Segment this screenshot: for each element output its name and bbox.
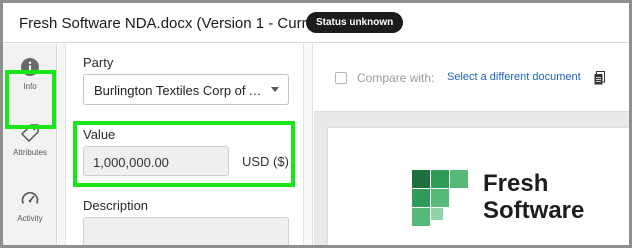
attributes-highlight-box xyxy=(5,70,56,129)
rail-item-label: Attributes xyxy=(13,148,47,157)
document-page: Fresh Software xyxy=(328,128,629,245)
compare-checkbox[interactable] xyxy=(335,72,347,84)
rail-item-label: Activity xyxy=(17,214,43,223)
compare-label: Compare with: xyxy=(357,71,435,85)
panel-divider xyxy=(58,44,66,245)
description-input[interactable] xyxy=(83,217,289,245)
form-scrollbar[interactable] xyxy=(303,44,313,245)
rail-item-activity[interactable]: Activity xyxy=(3,176,57,242)
chevron-down-icon xyxy=(271,87,279,92)
party-select-value: Burlington Textiles Corp of America xyxy=(94,83,262,98)
value-highlight-box xyxy=(73,121,295,187)
status-badge: Status unknown xyxy=(306,12,404,33)
logo-line-1: Fresh xyxy=(483,170,549,197)
attributes-form: Party Burlington Textiles Corp of Americ… xyxy=(67,44,303,245)
document-icon[interactable] xyxy=(594,71,605,85)
compare-bar: Compare with: Select a different documen… xyxy=(314,44,629,112)
document-title: Fresh Software NDA.docx (Version 1 - Cur… xyxy=(19,15,333,32)
app-window: Fresh Software NDA.docx (Version 1 - Cur… xyxy=(0,0,632,248)
party-label: Party xyxy=(83,55,114,70)
logo-wordmark: Fresh Software xyxy=(483,170,584,224)
gauge-icon xyxy=(21,192,39,204)
select-document-link[interactable]: Select a different document xyxy=(447,71,581,83)
logo-line-2: Software xyxy=(483,197,585,224)
description-label: Description xyxy=(83,198,149,213)
document-viewer[interactable]: Fresh Software xyxy=(314,112,629,245)
fresh-software-logo-icon xyxy=(412,170,468,226)
document-header: Fresh Software NDA.docx (Version 1 - Cur… xyxy=(3,3,629,43)
party-select[interactable]: Burlington Textiles Corp of America xyxy=(83,74,289,105)
